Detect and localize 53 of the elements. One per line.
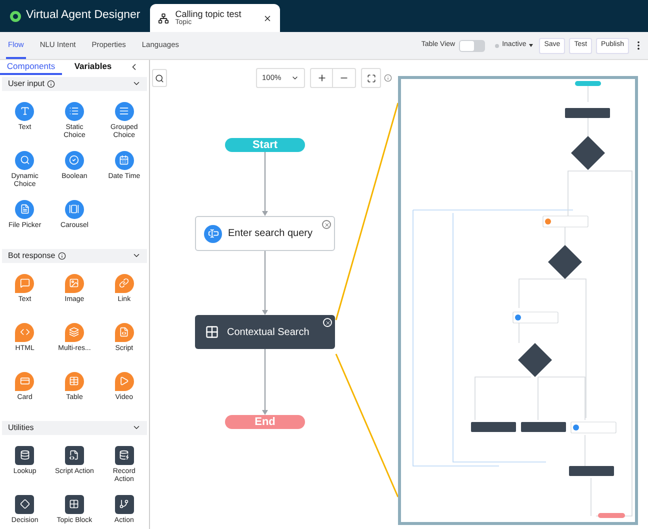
panel-tab[interactable]: Components — [0, 60, 62, 75]
app-title: Virtual Agent Designer — [26, 8, 140, 24]
close-icon[interactable] — [263, 14, 272, 22]
table-view-toggle[interactable] — [459, 40, 486, 52]
list-icon[interactable] — [64, 102, 84, 121]
section-header[interactable]: Bot response — [2, 248, 147, 263]
database-icon[interactable] — [15, 446, 34, 465]
gallery-icon[interactable] — [64, 200, 84, 219]
link-icon[interactable] — [114, 274, 134, 293]
search-icon[interactable] — [15, 150, 34, 170]
fullscreen-icon — [366, 74, 376, 82]
panel-tab[interactable]: Variables — [62, 60, 124, 75]
flow-node[interactable]: Enter search query — [195, 216, 335, 251]
info-icon[interactable] — [47, 80, 56, 88]
connector-arrow — [261, 251, 269, 315]
calendar-icon[interactable] — [114, 150, 134, 170]
table-icon[interactable] — [64, 372, 84, 391]
lines-icon[interactable] — [114, 102, 134, 121]
tab-title: Calling topic test — [175, 10, 242, 19]
section-title: Bot response — [8, 250, 56, 262]
database-icon[interactable] — [114, 446, 134, 465]
zoom-in-button[interactable] — [310, 68, 333, 88]
topic-icon — [158, 12, 170, 24]
logo-icon — [10, 10, 21, 22]
connector-arrow — [261, 349, 269, 415]
close-icon[interactable] — [322, 220, 331, 229]
section-title: User input — [8, 78, 44, 90]
branch-icon[interactable] — [114, 494, 134, 514]
node-label: Contextual Search — [227, 326, 310, 340]
info-icon[interactable] — [58, 252, 66, 260]
chevron-icon — [291, 74, 299, 82]
message-icon[interactable] — [15, 274, 34, 293]
grid-icon — [205, 325, 219, 339]
section-header[interactable]: Utilities — [2, 420, 147, 435]
file-icon[interactable] — [15, 200, 34, 219]
image-icon[interactable] — [64, 274, 84, 293]
card-icon[interactable] — [15, 372, 34, 391]
layers-icon[interactable] — [64, 322, 84, 342]
flow-node[interactable]: Contextual Search — [195, 315, 335, 349]
input-icon — [204, 224, 222, 242]
plus-icon — [316, 73, 326, 83]
grid-icon[interactable] — [64, 494, 84, 514]
fit-screen-button[interactable] — [361, 68, 381, 88]
code-icon[interactable] — [15, 322, 34, 342]
script-icon[interactable] — [64, 446, 84, 465]
play-icon[interactable] — [114, 372, 134, 391]
search-button[interactable] — [152, 69, 167, 87]
connector-arrow — [261, 152, 269, 216]
node-label: Enter search query — [228, 227, 312, 241]
section-header[interactable]: User input — [2, 76, 147, 91]
search-icon — [155, 74, 164, 82]
text-icon[interactable] — [15, 102, 34, 121]
section-title: Utilities — [8, 422, 34, 434]
